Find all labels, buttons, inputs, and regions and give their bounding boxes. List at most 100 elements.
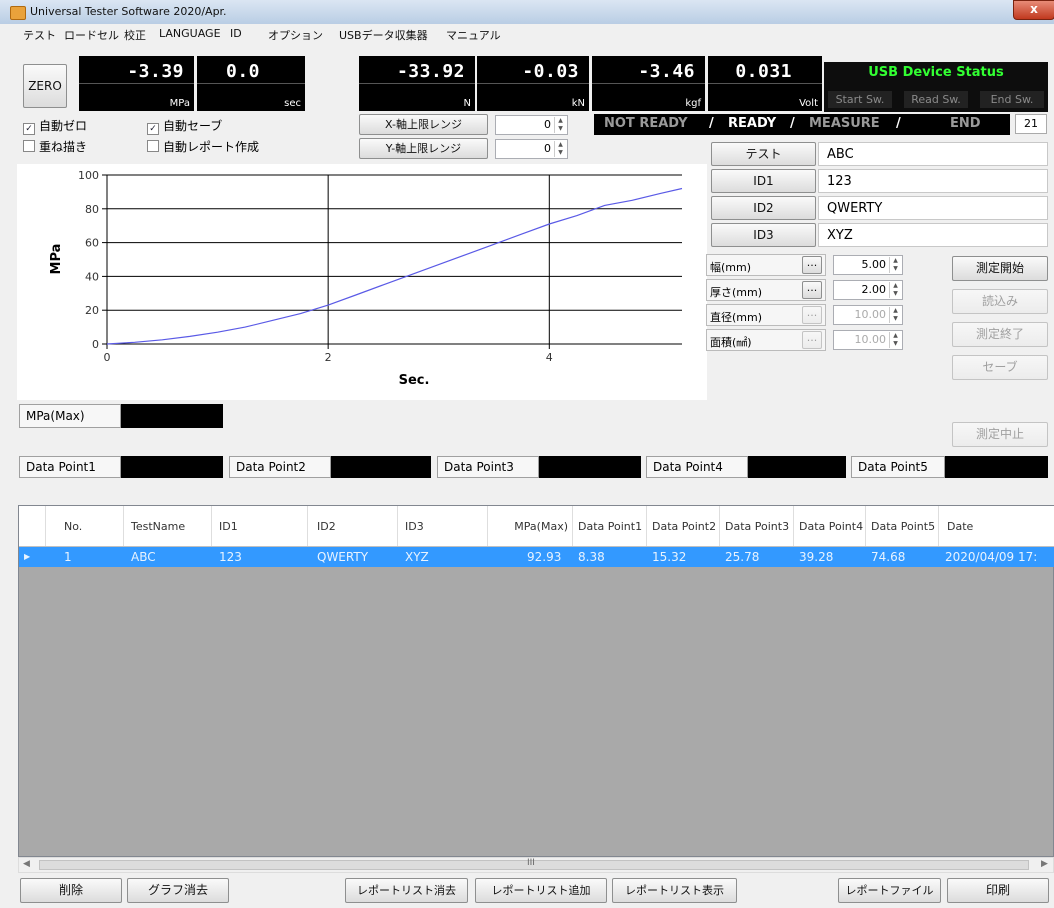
menu-language[interactable]: LANGUAGE (159, 27, 221, 40)
area-row: 面積(㎟) ... (706, 329, 826, 351)
cell-dp4[interactable]: 39.28 (799, 550, 833, 564)
scroll-right-icon[interactable]: ▶ (1041, 859, 1048, 869)
menu-manual[interactable]: マニュアル (446, 27, 501, 43)
scroll-left-icon[interactable]: ◀ (23, 859, 30, 869)
clear-graph-button[interactable]: グラフ消去 (127, 878, 229, 903)
cell-id3[interactable]: XYZ (405, 550, 429, 564)
menu-options[interactable]: オプション (268, 27, 323, 43)
title-bar[interactable]: Universal Tester Software 2020/Apr. x (0, 0, 1054, 24)
spin-arrows-icon[interactable]: ▲ ▼ (554, 117, 566, 133)
col-id1[interactable]: ID1 (212, 506, 308, 546)
spinner-value: 0 (544, 142, 551, 155)
data-point1-value (121, 456, 223, 478)
y-range-spinner[interactable]: 0 ▲ ▼ (495, 139, 568, 159)
test-name-button[interactable]: テスト (711, 142, 816, 166)
readout-kn: -0.03 kN (477, 56, 589, 111)
menu-loadcell[interactable]: ロードセル (64, 27, 119, 43)
abort-measurement-button[interactable]: 測定中止 (952, 422, 1048, 447)
col-date[interactable]: Date (939, 506, 1054, 546)
app-icon (10, 6, 26, 20)
id2-button[interactable]: ID2 (711, 196, 816, 220)
id1-button[interactable]: ID1 (711, 169, 816, 193)
horizontal-scrollbar[interactable]: ◀ III ▶ (18, 857, 1054, 873)
width-spinner[interactable]: 5.00 ▲ ▼ (833, 255, 903, 275)
spin-arrows-icon[interactable]: ▲ ▼ (889, 332, 901, 348)
cell-dp1[interactable]: 8.38 (578, 550, 605, 564)
row-header-corner (19, 506, 46, 546)
data-point2-value (331, 456, 431, 478)
area-spinner[interactable]: 10.00 ▲ ▼ (833, 330, 903, 350)
print-button[interactable]: 印刷 (947, 878, 1049, 903)
close-button[interactable]: x (1013, 0, 1054, 20)
finish-measurement-button[interactable]: 測定終了 (952, 322, 1048, 347)
cell-no[interactable]: 1 (64, 550, 72, 564)
col-dp2[interactable]: Data Point2 (647, 506, 720, 546)
start-measurement-button[interactable]: 測定開始 (952, 256, 1048, 281)
cell-dp5[interactable]: 74.68 (871, 550, 905, 564)
id3-field[interactable]: XYZ (818, 223, 1048, 247)
y-tick-label: 0 (92, 338, 99, 351)
col-no[interactable]: No. (46, 506, 124, 546)
cell-date[interactable]: 2020/04/09 17: (945, 550, 1037, 564)
col-dp3[interactable]: Data Point3 (720, 506, 794, 546)
delete-button[interactable]: 削除 (20, 878, 122, 903)
id3-button[interactable]: ID3 (711, 223, 816, 247)
y-tick-label: 60 (85, 237, 99, 250)
x-axis-range-button[interactable]: X-軸上限レンジ (359, 114, 488, 135)
load-button[interactable]: 読込み (952, 289, 1048, 314)
readout-value: -3.39 (127, 61, 184, 82)
auto-report-checkbox[interactable]: 自動レポート作成 (147, 138, 259, 155)
col-id3[interactable]: ID3 (398, 506, 488, 546)
status-slash: / (790, 116, 795, 131)
show-report-list-button[interactable]: レポートリスト表示 (612, 878, 737, 903)
report-file-button[interactable]: レポートファイル (838, 878, 941, 903)
cell-id1[interactable]: 123 (219, 550, 242, 564)
area-browse-button[interactable]: ... (802, 331, 822, 349)
table-row[interactable]: ▶ 1 ABC 123 QWERTY XYZ 92.93 8.38 15.32 … (19, 547, 1054, 567)
thickness-label: 厚さ(mm) (710, 286, 763, 299)
id1-field[interactable]: 123 (818, 169, 1048, 193)
diameter-spinner[interactable]: 10.00 ▲ ▼ (833, 305, 903, 325)
data-point3-label: Data Point3 (437, 456, 539, 478)
menu-test[interactable]: テスト (23, 27, 56, 43)
clear-report-list-button[interactable]: レポートリスト消去 (345, 878, 468, 903)
thickness-browse-button[interactable]: ... (802, 281, 822, 299)
thickness-spinner[interactable]: 2.00 ▲ ▼ (833, 280, 903, 300)
y-axis-range-button[interactable]: Y-軸上限レンジ (359, 138, 488, 159)
cell-id2[interactable]: QWERTY (317, 550, 368, 564)
x-range-spinner[interactable]: 0 ▲ ▼ (495, 115, 568, 135)
cell-testname[interactable]: ABC (131, 550, 156, 564)
results-table[interactable]: No. TestName ID1 ID2 ID3 MPa(Max) Data P… (18, 505, 1054, 857)
col-id2[interactable]: ID2 (308, 506, 398, 546)
col-dp4[interactable]: Data Point4 (794, 506, 866, 546)
col-testname[interactable]: TestName (124, 506, 212, 546)
y-tick-label: 20 (85, 304, 99, 317)
width-browse-button[interactable]: ... (802, 256, 822, 274)
cell-max[interactable]: 92.93 (527, 550, 561, 564)
y-tick-label: 80 (85, 203, 99, 216)
menu-id[interactable]: ID (230, 27, 242, 40)
zero-button[interactable]: ZERO (23, 64, 67, 108)
max-stress-value (121, 404, 223, 428)
id2-field[interactable]: QWERTY (818, 196, 1048, 220)
col-dp1[interactable]: Data Point1 (573, 506, 647, 546)
save-button[interactable]: セーブ (952, 355, 1048, 380)
spin-arrows-icon[interactable]: ▲ ▼ (889, 307, 901, 323)
spin-arrows-icon[interactable]: ▲ ▼ (889, 282, 901, 298)
col-dp5[interactable]: Data Point5 (866, 506, 939, 546)
cell-dp2[interactable]: 15.32 (652, 550, 686, 564)
auto-save-checkbox[interactable]: ✓ 自動セーブ (147, 117, 222, 135)
x-tick-label: 2 (325, 351, 332, 364)
width-label: 幅(mm) (710, 261, 752, 274)
diameter-browse-button[interactable]: ... (802, 306, 822, 324)
test-name-field[interactable]: ABC (818, 142, 1048, 166)
menu-usb-collector[interactable]: USBデータ収集器 (339, 27, 428, 43)
overlay-checkbox[interactable]: 重ね描き (23, 138, 87, 155)
add-report-list-button[interactable]: レポートリスト追加 (475, 878, 607, 903)
cell-dp3[interactable]: 25.78 (725, 550, 759, 564)
spin-arrows-icon[interactable]: ▲ ▼ (889, 257, 901, 273)
menu-calibration[interactable]: 校正 (124, 27, 146, 43)
auto-zero-checkbox[interactable]: ✓ 自動ゼロ (23, 117, 87, 135)
spin-arrows-icon[interactable]: ▲ ▼ (554, 141, 566, 157)
col-max[interactable]: MPa(Max) (488, 506, 573, 546)
